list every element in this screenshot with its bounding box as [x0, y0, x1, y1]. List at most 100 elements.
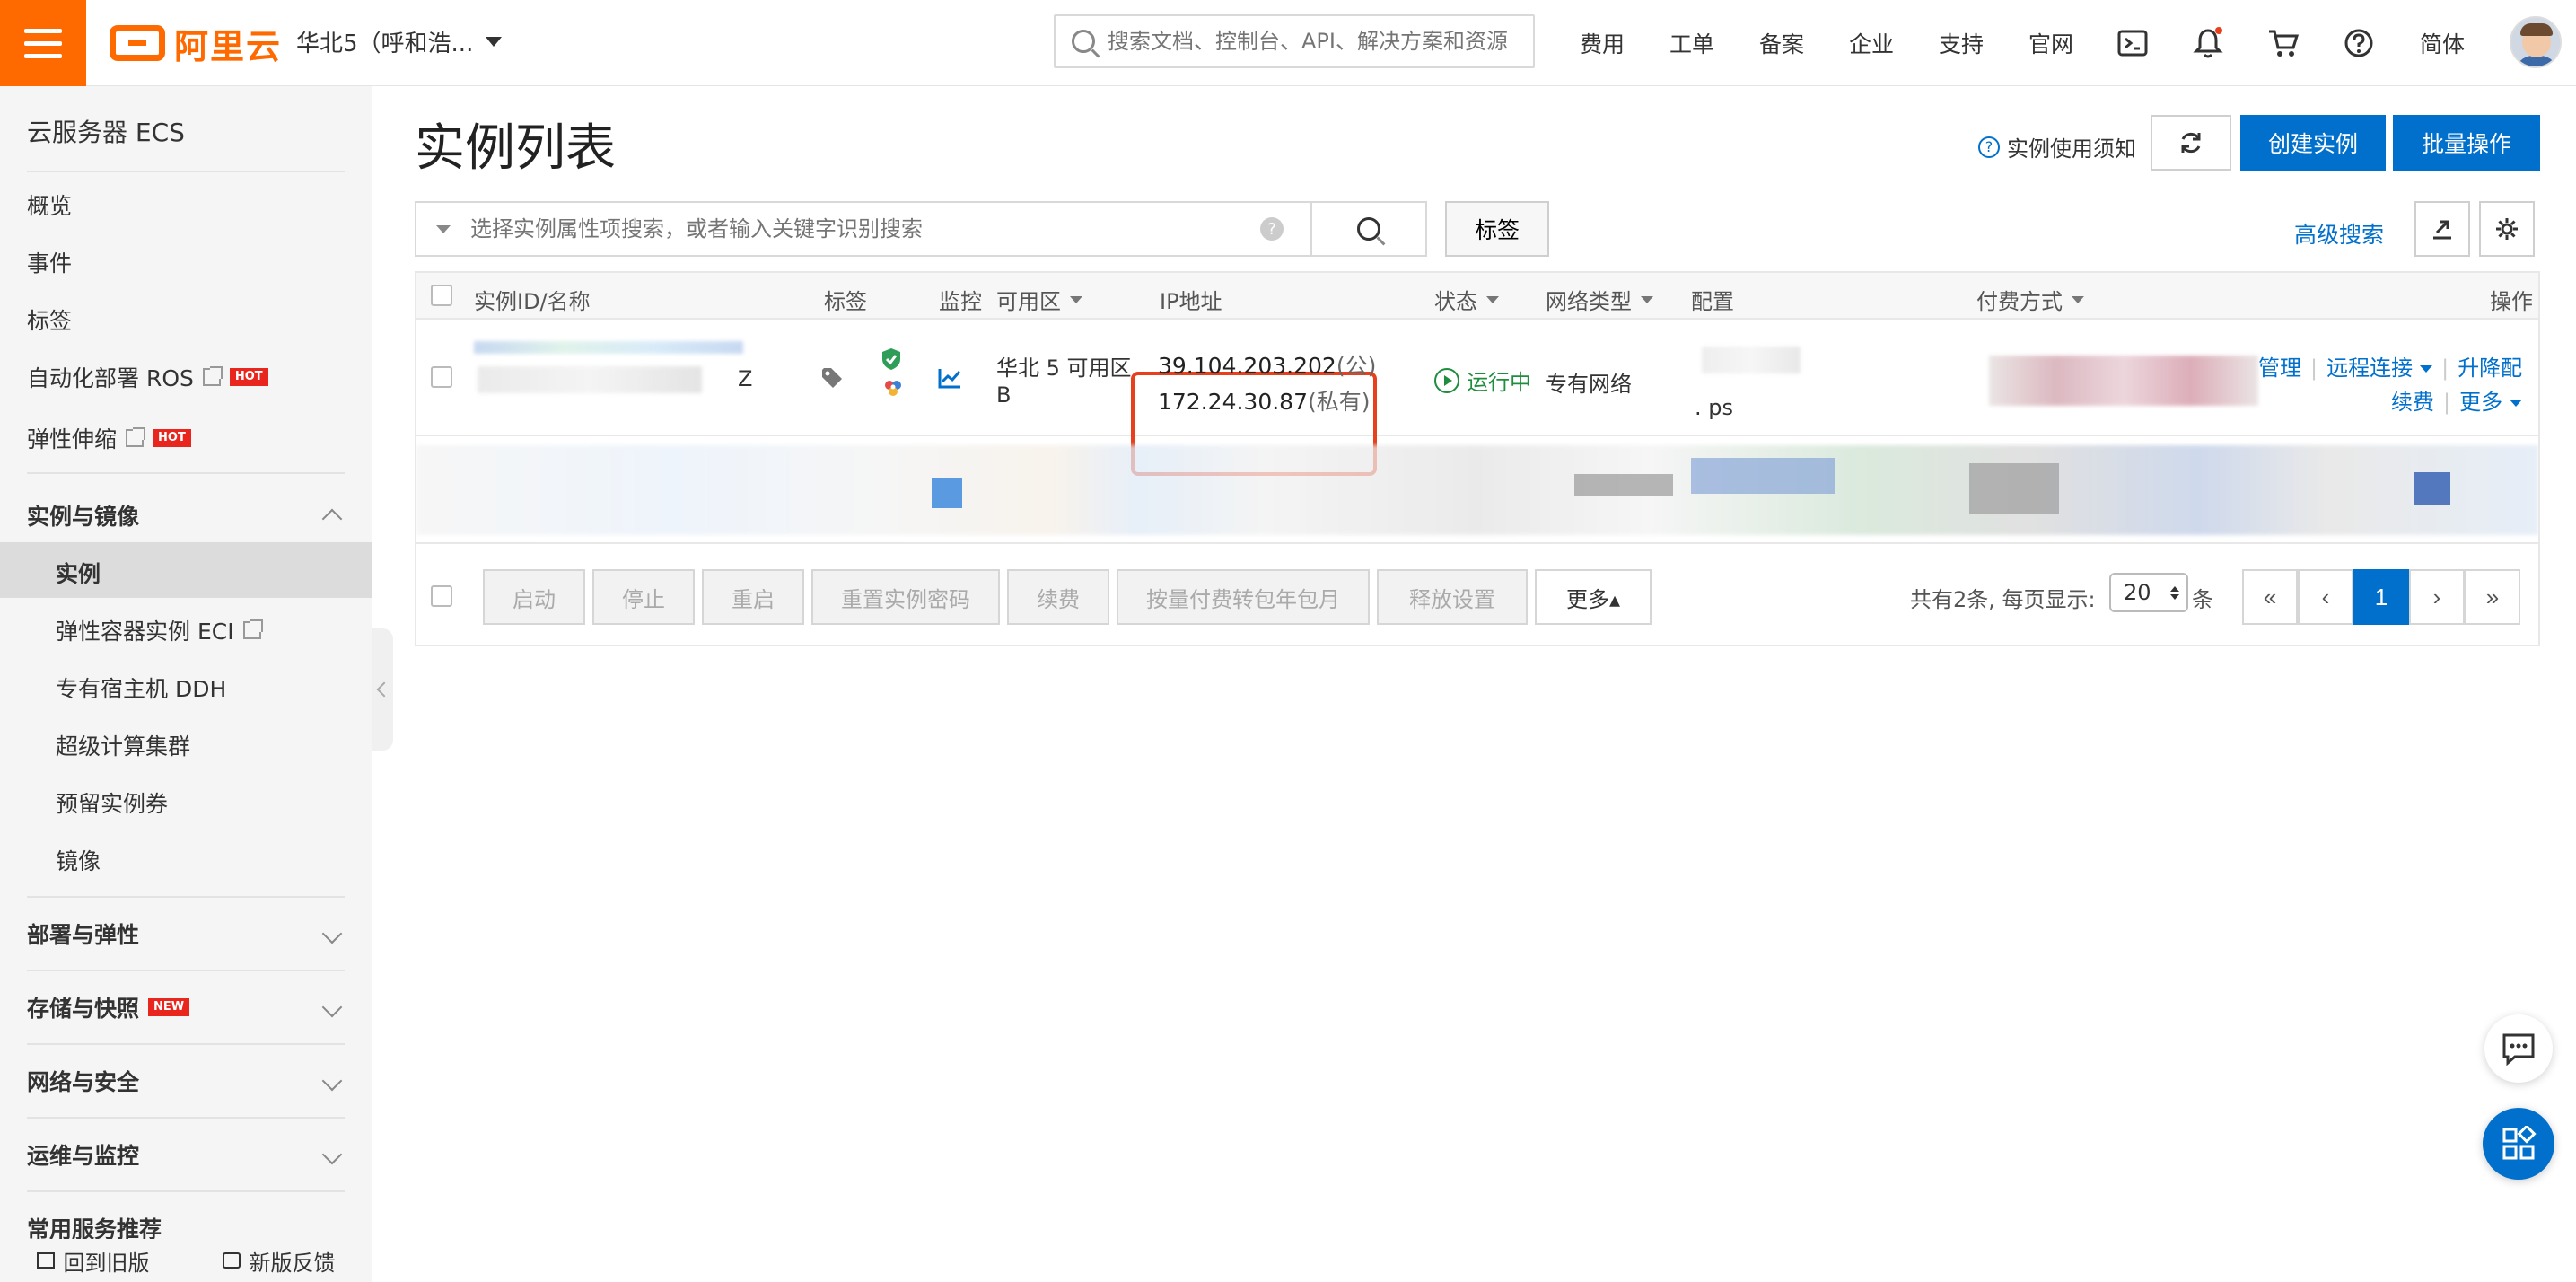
convert-billing-button[interactable]: 按量付费转包年包月	[1117, 569, 1370, 625]
bell-icon[interactable]	[2190, 25, 2226, 61]
restart-button[interactable]: 重启	[702, 569, 804, 625]
feedback-button[interactable]: 新版反馈	[222, 1245, 336, 1277]
advanced-search-link[interactable]: 高级搜索	[2294, 217, 2384, 250]
tag-filter-button[interactable]: 标签	[1445, 201, 1549, 257]
region-selector[interactable]: 华北5（呼和浩...	[296, 25, 503, 58]
filter-search-button[interactable]	[1312, 201, 1427, 257]
sidebar-group-instances-images[interactable]: 实例与镜像	[27, 499, 345, 531]
sidebar-item-tags[interactable]: 标签	[27, 303, 72, 336]
reset-password-button[interactable]: 重置实例密码	[811, 569, 1000, 625]
global-search-input[interactable]	[1108, 29, 1511, 54]
sidebar-item-reserved[interactable]: 预留实例券	[56, 786, 168, 819]
start-button[interactable]: 启动	[483, 569, 585, 625]
col-billing-label: 付费方式	[1976, 289, 2063, 314]
hot-badge: HOT	[153, 429, 191, 447]
column-settings-button[interactable]	[2479, 201, 2535, 257]
renew-button[interactable]: 续费	[1007, 569, 1109, 625]
stepper-icon	[2170, 585, 2179, 600]
sidebar-item-instances[interactable]: 实例	[56, 557, 101, 589]
caret-down-icon[interactable]	[436, 224, 451, 233]
nav-fees[interactable]: 费用	[1580, 27, 1625, 59]
language-switch[interactable]: 简体	[2420, 27, 2465, 59]
caret-down-icon	[1070, 295, 1082, 303]
last-page-button[interactable]: »	[2465, 569, 2520, 625]
row-checkbox[interactable]	[431, 366, 452, 388]
aliyun-logo[interactable]: 阿里云	[110, 20, 282, 66]
col-zone[interactable]: 可用区	[996, 284, 1082, 315]
network-type: 专有网络	[1546, 372, 1632, 397]
upgrade-link[interactable]: 升降配	[2458, 356, 2522, 381]
stop-button[interactable]: 停止	[592, 569, 695, 625]
back-to-old-version-button[interactable]: 回到旧版	[36, 1245, 150, 1277]
col-status[interactable]: 状态	[1434, 284, 1499, 315]
help-icon[interactable]	[2341, 25, 2377, 61]
private-ip[interactable]: 172.24.30.87(私有)	[1158, 384, 1371, 417]
refresh-button[interactable]	[2151, 115, 2231, 171]
global-search[interactable]	[1054, 14, 1535, 68]
page-1-button[interactable]: 1	[2353, 569, 2409, 625]
page-size-select[interactable]: 20	[2109, 573, 2188, 612]
status-label: 运行中	[1467, 370, 1531, 395]
export-button[interactable]	[2414, 201, 2470, 257]
tag-icon[interactable]	[820, 366, 847, 395]
sidebar-group-deploy[interactable]: 部署与弹性	[27, 918, 345, 950]
security-shield-icon[interactable]	[880, 347, 903, 377]
terminal-icon[interactable]	[2115, 25, 2151, 61]
release-settings-button[interactable]: 释放设置	[1377, 569, 1528, 625]
more-actions-link[interactable]: 更多	[2459, 390, 2523, 415]
instance-filter[interactable]: ?	[415, 201, 1312, 257]
sidebar-item-images[interactable]: 镜像	[56, 844, 101, 876]
nav-support[interactable]: 支持	[1939, 27, 1984, 59]
sidebar-group-network[interactable]: 网络与安全	[27, 1065, 345, 1097]
user-avatar[interactable]	[2510, 16, 2562, 68]
next-page-button[interactable]: ›	[2409, 569, 2465, 625]
col-ip: IP地址	[1160, 289, 1222, 314]
sidebar-collapse-handle[interactable]	[372, 628, 393, 751]
apps-button[interactable]	[2483, 1108, 2554, 1180]
sidebar-group-label: 实例与镜像	[27, 504, 140, 530]
external-link-icon	[126, 427, 146, 447]
divider	[27, 472, 345, 474]
sidebar-item-label: 弹性伸缩	[27, 426, 118, 452]
sidebar-item-label: 概览	[27, 193, 73, 219]
export-icon	[2433, 220, 2451, 240]
apps-grid-icon	[2502, 1126, 2537, 1160]
sidebar-item-ddh[interactable]: 专有宿主机 DDH	[56, 672, 226, 704]
batch-operation-button[interactable]: 批量操作	[2393, 115, 2540, 171]
nav-official-site[interactable]: 官网	[2028, 27, 2073, 59]
sidebar-group-ops[interactable]: 运维与监控	[27, 1138, 345, 1171]
remote-connect-link[interactable]: 远程连接	[2326, 356, 2433, 381]
manage-link[interactable]: 管理	[2258, 356, 2301, 381]
bulk-select-checkbox[interactable]	[431, 585, 452, 607]
sidebar-group-storage[interactable]: 存储与快照 NEW	[27, 991, 345, 1023]
help-icon[interactable]: ?	[1260, 217, 1284, 241]
nav-enterprise[interactable]: 企业	[1849, 27, 1894, 59]
first-page-button[interactable]: «	[2242, 569, 2298, 625]
usage-notice-link[interactable]: ? 实例使用须知	[1978, 131, 2136, 162]
sidebar-item-ros[interactable]: 自动化部署 ROS HOT	[27, 361, 268, 393]
menu-icon[interactable]	[0, 0, 86, 86]
monitor-chart-icon[interactable]	[937, 366, 962, 395]
public-ip[interactable]: 39.104.203.202(公)	[1158, 348, 1376, 381]
select-all-checkbox[interactable]	[431, 285, 452, 306]
sidebar-item-autoscaling[interactable]: 弹性伸缩 HOT	[27, 422, 191, 454]
redacted-instance-id[interactable]	[474, 341, 743, 354]
create-instance-button[interactable]: 创建实例	[2240, 115, 2386, 171]
renew-link[interactable]: 续费	[2391, 390, 2434, 415]
more-bulk-button[interactable]: 更多▴	[1535, 569, 1652, 625]
sidebar-item-overview[interactable]: 概览	[27, 189, 72, 221]
col-network[interactable]: 网络类型	[1546, 284, 1653, 315]
nav-icp[interactable]: 备案	[1759, 27, 1804, 59]
caret-down-icon	[1641, 295, 1653, 303]
chevron-down-icon	[321, 1070, 343, 1092]
instance-filter-input[interactable]	[470, 216, 1260, 241]
chat-button[interactable]	[2484, 1014, 2553, 1083]
col-billing[interactable]: 付费方式	[1976, 284, 2084, 315]
cart-icon[interactable]	[2265, 25, 2301, 61]
caret-down-icon	[486, 37, 503, 47]
sidebar-item-scc[interactable]: 超级计算集群	[56, 729, 190, 761]
prev-page-button[interactable]: ‹	[2298, 569, 2353, 625]
sidebar-item-eci[interactable]: 弹性容器实例 ECI	[56, 614, 263, 646]
sidebar-item-events[interactable]: 事件	[27, 246, 72, 278]
nav-tickets[interactable]: 工单	[1669, 27, 1714, 59]
